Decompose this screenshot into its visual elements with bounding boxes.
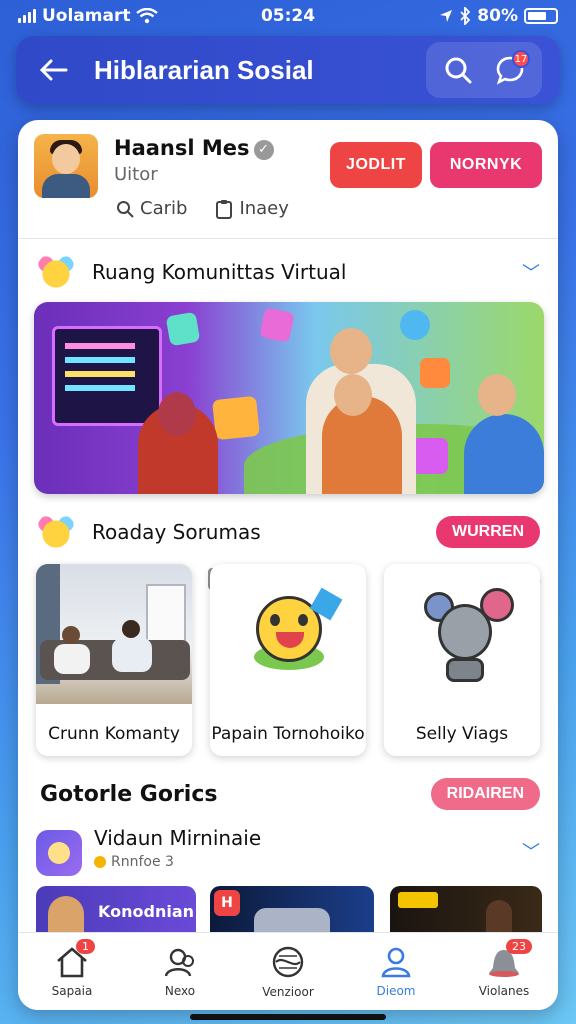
thumb-label: Crunn Komanty <box>48 724 180 744</box>
emoji-mascot-icon <box>36 252 76 292</box>
back-button[interactable] <box>34 50 74 90</box>
page-title: Hiblararian Sosial <box>94 54 314 85</box>
home-indicator[interactable] <box>190 1014 386 1020</box>
profile-meta: Carib Inaey <box>116 198 289 219</box>
search-button[interactable] <box>436 48 480 92</box>
status-time: 05:24 <box>260 6 316 26</box>
chevron-down-icon[interactable]: ﹀ <box>522 838 540 864</box>
topics-section-header: Gotorle Gorics RIDAIREN <box>36 774 540 814</box>
topic-sub-text: Rnnfoe 3 <box>111 854 174 870</box>
recommend-button[interactable]: WURREN <box>436 516 540 548</box>
thumb-label: Papain Tornohoiko <box>211 724 365 744</box>
user-icon <box>381 947 411 977</box>
thumb-card[interactable]: Selly Viags <box>384 564 540 756</box>
emoji-mascot-icon <box>36 512 76 552</box>
profile-subtitle: Uitor <box>114 164 158 185</box>
battery-percent: 80% <box>477 6 518 26</box>
thumb-image <box>384 564 540 704</box>
primary-action-button[interactable]: JODLIT <box>330 142 422 188</box>
topic-card[interactable] <box>390 886 542 936</box>
avatar[interactable] <box>34 134 98 198</box>
secondary-action-button[interactable]: NORNYK <box>430 142 542 188</box>
profile-name-text: Haansl Mes <box>114 136 250 160</box>
chevron-down-icon[interactable]: ﹀ <box>522 259 540 285</box>
status-right: 80% <box>439 6 558 26</box>
community-banner[interactable] <box>34 302 544 494</box>
location-icon <box>440 10 453 22</box>
thumb-image <box>36 564 192 704</box>
tab-label: Venzioor <box>262 984 314 999</box>
tab-label: Nexo <box>164 983 196 998</box>
header-actions: 17 <box>426 42 542 98</box>
app-header: Hiblararian Sosial 17 <box>16 36 560 104</box>
tab-label: Dieom <box>376 983 416 998</box>
topic-subtitle: Rnnfoe 3 <box>94 854 174 870</box>
wifi-icon <box>136 8 159 24</box>
profile-section: Haansl Mes ✓ Uitor Carib Inaey JODLIT NOR… <box>34 134 544 234</box>
bottom-tab-bar: 1 Sapaia Nexo Venzioor Dieom 23 Violanes <box>18 932 558 1010</box>
globe-icon <box>272 946 304 977</box>
tab-people[interactable]: Nexo <box>126 933 234 1010</box>
topic-title: Vidaun Mirninaie <box>94 826 262 850</box>
tab-profile[interactable]: Dieom <box>342 933 450 1010</box>
topic-card[interactable]: H <box>210 886 374 936</box>
community-section-header[interactable]: Ruang Komunittas Virtual ﹀ <box>36 252 540 292</box>
topics-title: Gotorle Gorics <box>40 781 218 807</box>
divider <box>18 238 558 239</box>
chat-button[interactable]: 17 <box>488 48 532 92</box>
recommend-title: Roaday Sorumas <box>92 520 261 544</box>
thumb-image <box>210 564 366 704</box>
bluetooth-icon <box>460 7 471 25</box>
topic-card-label: Konodnian <box>98 902 195 921</box>
status-bar: Uolamart 05:24 80% <box>0 0 576 32</box>
meta-label: Inaey <box>239 198 289 219</box>
notification-badge: 17 <box>512 50 530 68</box>
meta-item-search[interactable]: Carib <box>116 198 187 219</box>
meta-item-clipboard[interactable]: Inaey <box>215 198 289 219</box>
thumb-row: Crunn Komanty Papain Tornohoiko Selly Vi… <box>36 564 556 760</box>
recommend-section-header: Roaday Sorumas WURREN <box>36 512 540 552</box>
coin-icon <box>94 856 106 868</box>
tab-badge: 23 <box>506 939 532 954</box>
profile-name: Haansl Mes ✓ <box>114 136 274 160</box>
tab-globe[interactable]: Venzioor <box>234 933 342 1010</box>
verified-icon: ✓ <box>253 140 274 160</box>
carrier-label: Uolamart <box>42 6 131 26</box>
community-title: Ruang Komunittas Virtual <box>92 260 347 284</box>
topic-cards-row: Konodnian H <box>36 886 556 936</box>
tab-notifications[interactable]: 23 Violanes <box>450 933 558 1010</box>
search-icon <box>445 57 472 84</box>
topic-list-item[interactable]: Vidaun Mirninaie Rnnfoe 3 ﹀ <box>36 826 540 878</box>
status-left: Uolamart <box>18 6 159 26</box>
tab-badge: 1 <box>76 939 95 954</box>
meta-label: Carib <box>140 198 188 219</box>
topic-card[interactable]: Konodnian <box>36 886 196 936</box>
topics-button[interactable]: RIDAIREN <box>430 778 540 810</box>
thumb-card[interactable]: Crunn Komanty <box>36 564 192 756</box>
main-card: Haansl Mes ✓ Uitor Carib Inaey JODLIT NOR… <box>18 120 558 1010</box>
thumb-card[interactable]: Papain Tornohoiko <box>210 564 366 756</box>
people-icon <box>164 948 194 976</box>
tab-home[interactable]: 1 Sapaia <box>18 933 126 1010</box>
tab-label: Violanes <box>478 983 530 998</box>
thumb-label: Selly Viags <box>415 724 509 744</box>
topic-card-badge: H <box>214 890 240 916</box>
battery-icon <box>524 8 558 24</box>
search-icon <box>117 200 134 218</box>
topic-avatar <box>36 830 82 876</box>
banner-screen <box>52 326 162 426</box>
back-arrow-icon <box>39 59 68 81</box>
signal-icon <box>18 9 36 23</box>
clipboard-icon <box>216 199 233 219</box>
tab-label: Sapaia <box>51 983 93 998</box>
